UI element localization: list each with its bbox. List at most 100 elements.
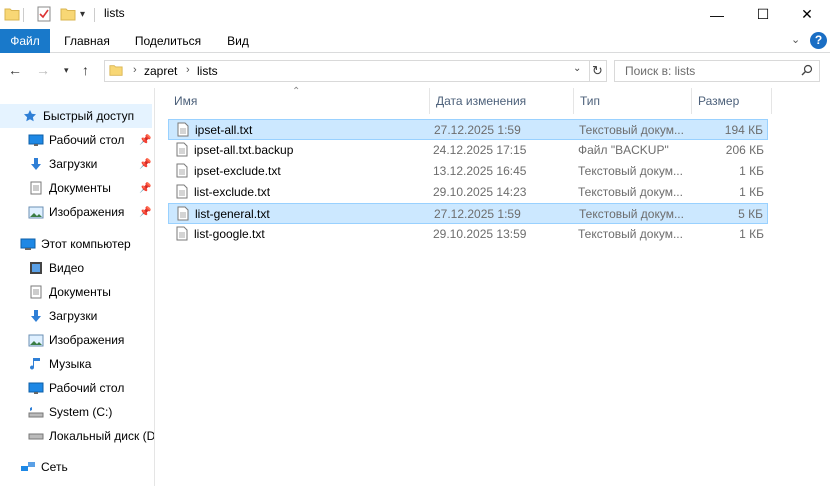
address-row: ← → ▾ ↑ › zapret › lists ⌄ ↻: [0, 54, 830, 88]
address-bar[interactable]: › zapret › lists: [104, 60, 590, 82]
nav-label: Изображения: [49, 333, 125, 347]
nav-label: Загрузки: [49, 309, 98, 323]
file-size: 1 КБ: [739, 227, 764, 241]
chevron-right-icon[interactable]: ›: [133, 64, 137, 76]
chevron-down-icon[interactable]: ⌄: [573, 63, 581, 74]
navigation-pane: Быстрый доступ Рабочий стол 📌 Загрузки 📌…: [0, 88, 155, 486]
video-icon: [28, 260, 44, 276]
file-row[interactable]: ipset-all.txt.backup 24.12.2025 17:15 Файл…: [168, 140, 768, 161]
nav-label: Видео: [49, 261, 85, 275]
file-row[interactable]: ipset-exclude.txt 13.12.2025 16:45 Текстов…: [168, 161, 768, 182]
nav-this-pc[interactable]: Этот компьютер: [0, 232, 152, 256]
close-button[interactable]: ✕: [784, 0, 830, 29]
file-row[interactable]: list-general.txt 27.12.2025 1:59 Текстовый…: [168, 203, 768, 224]
download-arrow-icon: [28, 308, 44, 324]
file-name: ipset-exclude.txt: [194, 164, 281, 178]
chevron-right-icon[interactable]: ›: [186, 64, 190, 76]
tab-file[interactable]: Файл: [0, 29, 50, 53]
text-file-icon: [176, 163, 188, 181]
nav-label: Изображения: [49, 205, 125, 219]
desktop-icon: [28, 380, 44, 396]
text-file-icon: [177, 122, 189, 140]
tab-view[interactable]: Вид: [220, 29, 256, 53]
pin-icon[interactable]: 📌: [139, 183, 151, 194]
properties-icon[interactable]: [36, 5, 52, 23]
download-arrow-icon: [28, 156, 44, 172]
desktop-icon: [28, 132, 44, 148]
nav-quick-downloads[interactable]: Загрузки 📌: [0, 152, 152, 176]
nav-pc-documents[interactable]: Документы: [0, 280, 152, 304]
nav-pc-music[interactable]: Музыка: [0, 352, 152, 376]
back-arrow-icon[interactable]: ←: [8, 62, 22, 78]
help-button[interactable]: ?: [810, 32, 827, 49]
tab-share[interactable]: Поделиться: [130, 29, 206, 53]
file-row[interactable]: ipset-all.txt 27.12.2025 1:59 Текстовый до…: [168, 119, 768, 140]
nav-network[interactable]: Сеть: [0, 455, 152, 479]
search-box[interactable]: [614, 60, 820, 82]
refresh-icon[interactable]: ↻: [589, 60, 607, 82]
file-date: 27.12.2025 1:59: [434, 207, 521, 221]
forward-arrow-icon[interactable]: →: [36, 62, 50, 78]
nav-label: Документы: [49, 181, 111, 195]
nav-label: Сеть: [41, 460, 68, 474]
nav-label: Документы: [49, 285, 111, 299]
file-date: 27.12.2025 1:59: [434, 123, 521, 137]
file-date: 29.10.2025 14:23: [433, 185, 527, 199]
up-arrow-icon[interactable]: ↑: [82, 62, 89, 78]
nav-quick-documents[interactable]: Документы 📌: [0, 176, 152, 200]
file-list: ⌃ Имя Дата изменения Тип Размер ipset-al…: [156, 86, 830, 486]
search-input[interactable]: [625, 64, 795, 78]
pictures-icon: [28, 204, 44, 220]
file-row[interactable]: list-exclude.txt 29.10.2025 14:23 Текстовы…: [168, 182, 768, 203]
nav-pc-pictures[interactable]: Изображения: [0, 328, 152, 352]
customize-toolbar-icon[interactable]: ▾: [80, 5, 85, 23]
pin-icon[interactable]: 📌: [139, 135, 151, 146]
recent-locations-icon[interactable]: ▾: [64, 65, 69, 76]
nav-quick-pictures[interactable]: Изображения 📌: [0, 200, 152, 224]
expand-ribbon-icon[interactable]: ⌄: [791, 33, 800, 46]
pin-icon[interactable]: 📌: [139, 207, 151, 218]
minimize-button[interactable]: —: [694, 0, 740, 29]
file-date: 29.10.2025 13:59: [433, 227, 527, 241]
nav-pc-downloads[interactable]: Загрузки: [0, 304, 152, 328]
text-file-icon: [176, 142, 188, 160]
column-header-date[interactable]: Дата изменения: [430, 88, 574, 114]
file-type: Текстовый докум...: [579, 207, 684, 221]
column-header-size[interactable]: Размер: [692, 88, 772, 114]
column-header-name[interactable]: Имя: [168, 88, 430, 114]
system-drive-icon: [28, 404, 44, 420]
file-row[interactable]: list-google.txt 29.10.2025 13:59 Текстовый…: [168, 224, 768, 245]
new-folder-icon[interactable]: [60, 5, 76, 23]
nav-pc-system-drive[interactable]: System (C:): [0, 400, 152, 424]
file-type: Файл "BACKUP": [578, 143, 669, 157]
column-header-type[interactable]: Тип: [574, 88, 692, 114]
file-type: Текстовый докум...: [578, 227, 683, 241]
pin-icon[interactable]: 📌: [139, 159, 151, 170]
maximize-button[interactable]: ☐: [740, 0, 786, 29]
file-date: 13.12.2025 16:45: [433, 164, 527, 178]
nav-label: Музыка: [49, 357, 92, 371]
nav-pc-local-disk[interactable]: Локальный диск (D: [0, 424, 154, 448]
breadcrumb-zapret[interactable]: zapret: [144, 64, 177, 78]
file-name: list-exclude.txt: [194, 185, 271, 199]
pictures-icon: [28, 332, 44, 348]
search-icon[interactable]: [801, 64, 813, 79]
network-icon: [20, 459, 36, 475]
text-file-icon: [177, 206, 189, 224]
file-date: 24.12.2025 17:15: [433, 143, 527, 157]
nav-quick-desktop[interactable]: Рабочий стол 📌: [0, 128, 152, 152]
file-name: list-general.txt: [195, 207, 270, 221]
file-name: list-google.txt: [194, 227, 265, 241]
title-bar: ▾ lists — ☐ ✕: [0, 0, 830, 29]
nav-pc-desktop[interactable]: Рабочий стол: [0, 376, 152, 400]
nav-quick-access[interactable]: Быстрый доступ: [0, 104, 152, 128]
tab-home[interactable]: Главная: [57, 29, 117, 53]
nav-pc-videos[interactable]: Видео: [0, 256, 152, 280]
text-file-icon: [176, 184, 188, 202]
file-type: Текстовый докум...: [579, 123, 684, 137]
breadcrumb-lists[interactable]: lists: [197, 64, 218, 78]
separator: [94, 8, 95, 22]
documents-icon: [28, 180, 44, 196]
text-file-icon: [176, 226, 188, 244]
ribbon-tabs: Файл Главная Поделиться Вид ⌄ ?: [0, 29, 830, 53]
